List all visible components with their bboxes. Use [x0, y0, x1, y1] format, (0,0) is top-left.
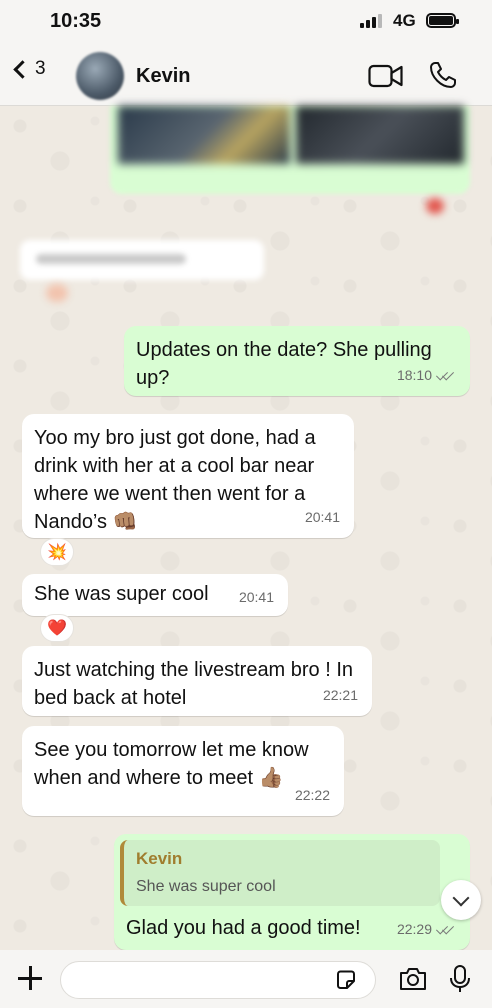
blurred-media-message [110, 106, 470, 194]
time-text: 22:21 [322, 687, 358, 703]
avatar[interactable] [76, 52, 124, 100]
message-bubble[interactable]: Updates on the date? She pulling up? 18:… [124, 326, 470, 396]
message-bubble[interactable]: Just watching the livestream bro ! In be… [22, 646, 372, 716]
message-bubble[interactable]: She was super cool 20:41 [22, 574, 288, 616]
chat-header: 3 Kevin [0, 44, 492, 106]
unread-count: 3 [35, 58, 46, 79]
message-time: 20:41 [305, 503, 340, 531]
time-text: 20:41 [304, 509, 340, 525]
video-call-icon[interactable] [368, 64, 404, 88]
blurred-message [20, 240, 264, 280]
message-bubble[interactable]: Yoo my bro just got done, had a drink wi… [22, 414, 354, 538]
scroll-to-bottom-button[interactable] [441, 880, 481, 920]
message-bubble[interactable]: See you tomorrow let me know when and wh… [22, 726, 344, 816]
contact-name[interactable]: Kevin [136, 65, 190, 88]
time-text: 22:22 [294, 787, 330, 803]
time-text: 20:41 [238, 589, 274, 605]
quoted-sender: Kevin [136, 849, 183, 868]
quoted-message[interactable]: Kevin She was super cool [120, 840, 440, 906]
message-time: 22:29 [397, 915, 456, 943]
phone-call-icon[interactable] [428, 60, 458, 90]
sticker-icon[interactable] [334, 968, 358, 992]
message-text: Just watching the livestream bro ! In be… [34, 659, 354, 709]
status-bar: 10:35 4G [0, 0, 492, 44]
message-text: See you tomorrow let me know when and wh… [34, 739, 309, 789]
quoted-text: She was super cool [136, 878, 276, 895]
message-time: 22:22 [295, 781, 330, 809]
message-time: 20:41 [239, 583, 274, 611]
time-text: 22:29 [396, 921, 432, 937]
message-input-bar [0, 950, 492, 1008]
back-button[interactable]: 3 [8, 58, 46, 80]
read-ticks-icon [436, 923, 456, 935]
time-text: 18:10 [396, 367, 432, 383]
message-reaction[interactable]: 💥 [40, 538, 74, 566]
battery-icon [426, 13, 459, 28]
blurred-reaction [46, 284, 68, 302]
network-type: 4G [393, 11, 416, 30]
message-time: 18:10 [397, 361, 456, 389]
plus-icon[interactable] [18, 966, 42, 990]
blurred-reaction [426, 198, 444, 214]
status-time: 10:35 [50, 10, 102, 32]
chevron-left-icon [13, 59, 32, 79]
signal-icon [360, 14, 382, 28]
message-reaction[interactable]: ❤️ [40, 614, 74, 642]
microphone-icon[interactable] [448, 964, 472, 994]
camera-icon[interactable] [398, 966, 428, 992]
message-text: Yoo my bro just got done, had a drink wi… [34, 427, 316, 533]
read-ticks-icon [436, 369, 456, 381]
message-time: 22:21 [323, 681, 358, 709]
reply-message-bubble[interactable]: Kevin She was super cool Glad you had a … [114, 834, 470, 950]
message-input[interactable] [60, 961, 376, 999]
